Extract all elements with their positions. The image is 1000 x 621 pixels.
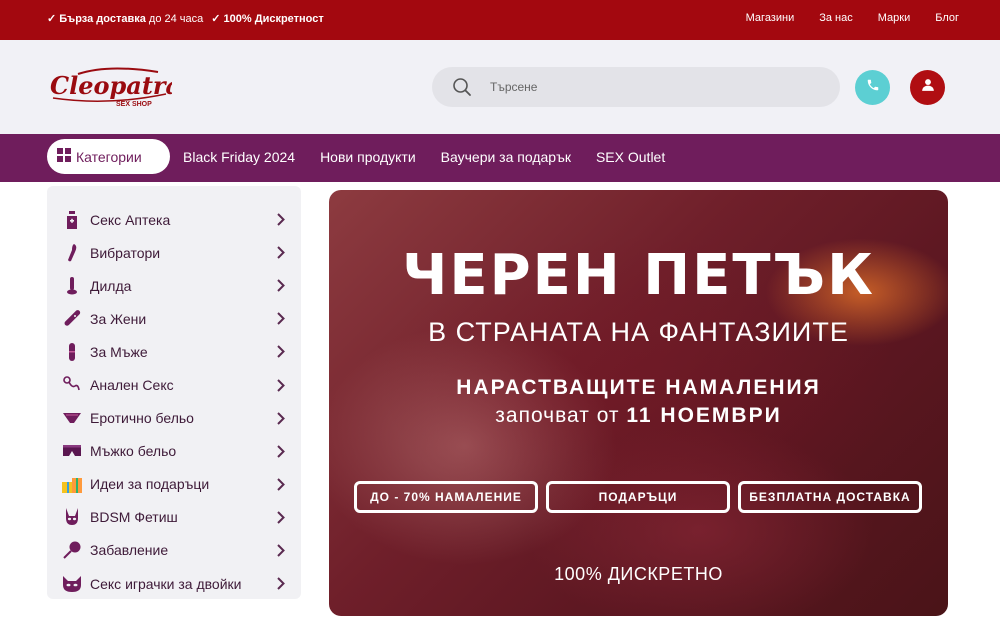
chevron-right-icon [277,577,287,591]
fun-toy-icon [62,540,82,560]
sidebar-item-couples[interactable]: Секс играчки за двойки [47,567,301,600]
phone-button[interactable] [855,70,890,105]
sidebar-item-for-women[interactable]: За Жени [47,302,301,335]
bdsm-mask-icon [62,507,82,527]
pharmacy-bottle-icon [62,210,82,230]
grid-icon [57,148,71,165]
search-input[interactable] [490,67,820,107]
banner-title: ЧЕРЕН ПЕТЪК [402,243,875,308]
free-delivery-pill[interactable]: БЕЗПЛАТНА ДОСТАВКА [738,481,922,513]
chevron-right-icon [277,444,287,458]
banner-promo-line2: започват от 11 НОЕМВРИ [495,404,782,427]
vibrator-icon [62,243,82,263]
banner-discretion-text: 100% ДИСКРЕТНО [554,564,723,584]
main-nav: Категории Black Friday 2024 Нови продукт… [0,134,1000,182]
sidebar-item-anal[interactable]: Анален Секс [47,368,301,401]
nav-item-black-friday[interactable]: Black Friday 2024 [183,149,295,165]
perk-fast-delivery: ✓ Бърза доставка до 24 часа [47,13,204,25]
chevron-right-icon [277,477,287,491]
user-icon [921,78,935,97]
header: Cleopatra SEX SHOP [0,40,1000,134]
sidebar-item-for-men[interactable]: За Мъже [47,335,301,368]
nav-item-gift-vouchers[interactable]: Ваучери за подарък [441,149,571,165]
women-toy-icon [62,309,82,329]
link-about[interactable]: За нас [819,12,853,24]
men-toy-icon [62,342,82,362]
search-icon[interactable] [452,77,472,97]
nav-item-new-products[interactable]: Нови продукти [320,149,416,165]
gift-icon [62,474,82,494]
nav-item-sex-outlet[interactable]: SEX Outlet [596,149,665,165]
sidebar-item-bdsm[interactable]: BDSM Фетиш [47,501,301,534]
sidebar-item-pharmacy[interactable]: Секс Аптека [47,203,301,236]
chevron-right-icon [277,510,287,524]
link-blog[interactable]: Блог [935,12,959,24]
sidebar-item-vibrators[interactable]: Вибратори [47,236,301,269]
perks: ✓ Бърза доставка до 24 часа ✓ 100% Дискр… [47,12,324,25]
lingerie-icon [62,408,82,428]
logo[interactable]: Cleopatra SEX SHOP [48,64,181,112]
chevron-right-icon [277,279,287,293]
chevron-right-icon [277,543,287,557]
categories-label: Категории [76,148,142,165]
sidebar-item-men-underwear[interactable]: Мъжко бельо [47,435,301,468]
promo-banner[interactable]: ЧЕРЕН ПЕТЪК В СТРАНАТА НА ФАНТАЗИИТЕ НАР… [329,190,948,616]
chevron-right-icon [277,312,287,326]
men-underwear-icon [62,441,82,461]
chevron-right-icon [277,411,287,425]
top-bar: ✓ Бърза доставка до 24 часа ✓ 100% Дискр… [0,0,1000,40]
anal-toy-icon [62,375,82,395]
banner-subtitle: В СТРАНАТА НА ФАНТАЗИИТЕ [428,317,849,347]
perk-discretion: ✓ 100% Дискретност [211,13,324,25]
banner-promo-line1: НАРАСТВАЩИТЕ НАМАЛЕНИЯ [456,376,821,399]
couples-mask-icon [62,574,82,594]
discount-pill[interactable]: ДО - 70% НАМАЛЕНИЕ [354,481,538,513]
sidebar-item-dildos[interactable]: Дилда [47,269,301,302]
nav-items: Black Friday 2024 Нови продукти Ваучери … [183,149,665,165]
sidebar-item-lingerie[interactable]: Еротично бельо [47,402,301,435]
link-brands[interactable]: Марки [878,12,910,24]
chevron-right-icon [277,246,287,260]
chevron-right-icon [277,378,287,392]
gifts-pill[interactable]: ПОДАРЪЦИ [546,481,730,513]
search-bar[interactable] [432,67,840,107]
svg-text:SEX SHOP: SEX SHOP [116,101,152,108]
chevron-right-icon [277,345,287,359]
phone-icon [866,78,880,97]
user-account-button[interactable] [910,70,945,105]
categories-button[interactable]: Категории [47,139,170,174]
top-links: Магазини За нас Марки Блог [746,12,959,24]
sidebar-item-fun[interactable]: Забавление [47,534,301,567]
dildo-icon [62,276,82,296]
category-sidebar: Секс Аптека Вибратори Дилда За Жени За М… [47,186,301,599]
sidebar-item-gift-ideas[interactable]: Идеи за подаръци [47,468,301,501]
link-stores[interactable]: Магазини [746,12,795,24]
chevron-right-icon [277,213,287,227]
